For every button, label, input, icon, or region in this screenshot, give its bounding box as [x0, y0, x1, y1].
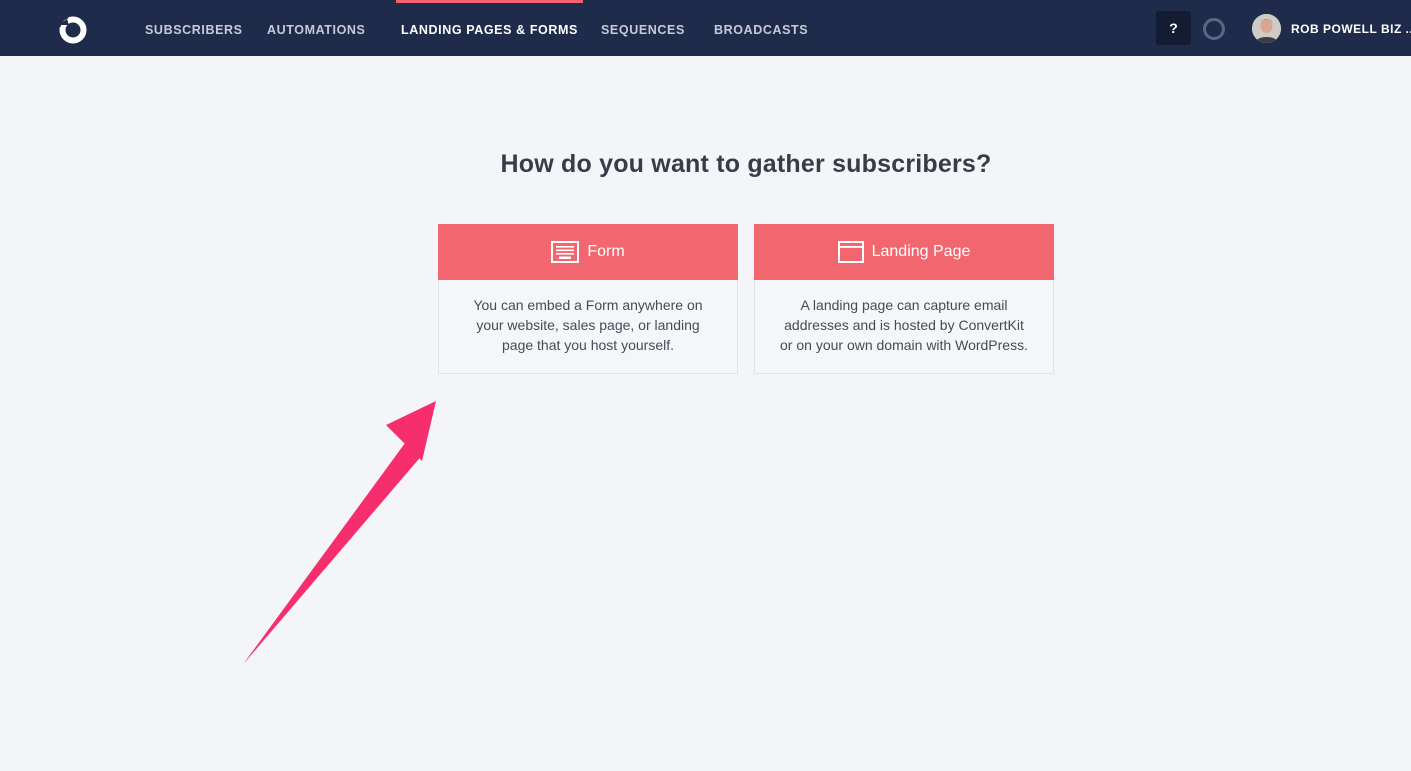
option-description: You can embed a Form anywhere on your we… — [439, 295, 737, 355]
convertkit-logo-icon[interactable] — [55, 13, 91, 45]
option-title: Form — [587, 243, 625, 260]
option-card-header[interactable]: Landing Page — [754, 224, 1054, 280]
description-line: page that you host yourself. — [502, 337, 674, 353]
option-card-landing-page[interactable]: Landing Page A landing page can capture … — [754, 224, 1054, 374]
description-line: addresses and is hosted by ConvertKit — [784, 317, 1024, 333]
description-line: A landing page can capture email — [800, 297, 1008, 313]
page-title: How do you want to gather subscribers? — [500, 150, 992, 178]
nav-automations[interactable]: AUTOMATIONS — [267, 0, 366, 56]
notification-ring-icon[interactable] — [1203, 18, 1225, 40]
nav-subscribers[interactable]: SUBSCRIBERS — [145, 0, 243, 56]
user-account-menu[interactable]: ROB POWELL BIZ ... — [1291, 0, 1411, 56]
option-card-header[interactable]: Form — [438, 224, 738, 280]
top-nav-bar: SUBSCRIBERS AUTOMATIONS LANDING PAGES & … — [0, 0, 1411, 56]
landing-page-icon — [837, 241, 864, 263]
description-line: your website, sales page, or landing — [476, 317, 700, 333]
option-card-form[interactable]: Form You can embed a Form anywhere on yo… — [438, 224, 738, 374]
option-title: Landing Page — [871, 243, 971, 260]
annotation-arrow-icon — [244, 401, 436, 663]
nav-landing-pages-forms[interactable]: LANDING PAGES & FORMS — [396, 0, 583, 56]
description-line: or on your own domain with WordPress. — [780, 337, 1028, 353]
option-description: A landing page can capture email address… — [755, 295, 1053, 355]
user-photo-icon — [1252, 14, 1281, 43]
description-line: You can embed a Form anywhere on — [473, 297, 703, 313]
form-icon — [551, 241, 580, 263]
nav-broadcasts[interactable]: BROADCASTS — [714, 0, 808, 56]
nav-sequences[interactable]: SEQUENCES — [601, 0, 685, 56]
avatar[interactable] — [1252, 14, 1281, 43]
help-button[interactable]: ? — [1156, 11, 1191, 45]
